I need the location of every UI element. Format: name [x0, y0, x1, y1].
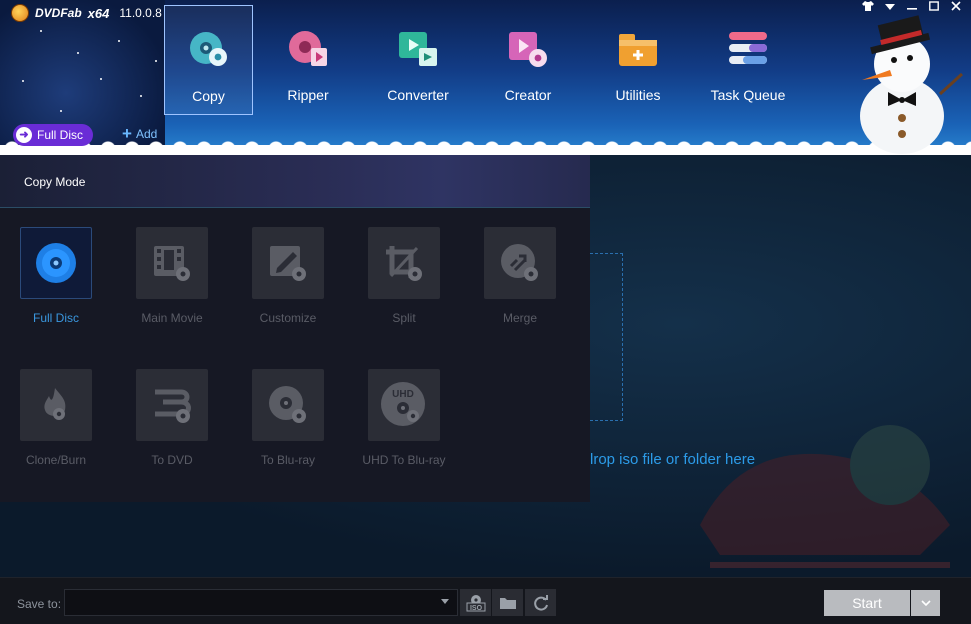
merge-icon	[484, 227, 556, 299]
uhd-to-bluray-icon: UHD	[368, 369, 440, 441]
mode-uhd-to-bluray[interactable]: UHD UHD To Blu-ray	[348, 369, 464, 489]
app-arch: x64	[87, 5, 110, 21]
mode-split[interactable]: Split	[348, 227, 464, 347]
app-logo: DVDFab x64 11.0.0.8	[11, 4, 162, 22]
iso-icon: ISO	[466, 594, 485, 612]
copy-mode-panel: Copy Mode Full Disc Main Movie Customize…	[0, 155, 590, 502]
start-options-button[interactable]	[911, 590, 940, 616]
mode-label: Split	[392, 311, 416, 325]
mode-label: Main Movie	[141, 311, 203, 325]
snow-ground-decoration	[0, 145, 971, 155]
ripper-icon	[287, 28, 329, 70]
current-mode-button[interactable]: ➜ Full Disc	[13, 124, 93, 146]
mode-label: Clone/Burn	[25, 453, 87, 467]
mode-label: Full Disc	[32, 311, 79, 325]
tab-utilities[interactable]: Utilities	[583, 5, 693, 115]
mode-label: To DVD	[151, 453, 193, 467]
mode-label: UHD To Blu-ray	[362, 453, 446, 467]
chevron-down-icon	[920, 600, 931, 606]
tab-utilities-label: Utilities	[615, 87, 661, 103]
save-to-label: Save to:	[17, 597, 62, 611]
mode-label: Merge	[502, 311, 537, 325]
dvdfab-logo-icon	[11, 4, 29, 22]
mode-label: To Blu-ray	[260, 453, 316, 467]
sleigh-decoration	[680, 405, 970, 575]
tab-creator[interactable]: Creator	[473, 5, 583, 115]
to-bluray-icon	[252, 369, 324, 441]
mode-main-movie[interactable]: Main Movie	[116, 227, 232, 347]
mode-customize[interactable]: Customize	[232, 227, 348, 347]
app-name: DVDFab	[35, 6, 82, 20]
app-version: 11.0.0.8	[119, 6, 162, 20]
task-queue-icon	[727, 28, 769, 70]
copy-mode-title: Copy Mode	[24, 175, 86, 189]
plus-icon: +	[122, 124, 132, 143]
tab-task-queue-label: Task Queue	[710, 87, 786, 103]
mode-to-bluray[interactable]: To Blu-ray	[232, 369, 348, 489]
mode-merge[interactable]: Merge	[464, 227, 580, 347]
refresh-icon	[533, 594, 548, 611]
bottom-bar: Save to: ISO Start	[0, 577, 971, 624]
utilities-toolbox-icon	[617, 28, 659, 70]
mode-label: Customize	[259, 311, 317, 325]
drop-zone-frame	[590, 253, 623, 421]
refresh-button[interactable]	[524, 589, 556, 616]
start-button[interactable]: Start	[824, 590, 910, 616]
converter-icon	[397, 28, 439, 70]
customize-icon	[252, 227, 324, 299]
tab-copy[interactable]: Copy	[164, 5, 253, 115]
mode-clone-burn[interactable]: Clone/Burn	[0, 369, 116, 489]
save-as-iso-button[interactable]: ISO	[459, 589, 491, 616]
folder-icon	[499, 597, 516, 609]
module-tabs: Copy Ripper Converter Creator Utilities …	[164, 5, 803, 115]
save-to-select[interactable]	[64, 589, 458, 616]
add-source-label: Add	[135, 127, 158, 141]
svg-text:UHD: UHD	[392, 389, 414, 400]
browse-folder-button[interactable]	[491, 589, 523, 616]
current-mode-label: Full Disc	[37, 128, 84, 142]
mode-to-dvd[interactable]: To DVD	[116, 369, 232, 489]
snowman-decoration	[850, 14, 970, 155]
tab-converter[interactable]: Converter	[363, 5, 473, 115]
mode-full-disc[interactable]: Full Disc	[0, 227, 116, 347]
chevron-down-icon	[441, 599, 449, 604]
creator-icon	[507, 28, 549, 70]
svg-text:ISO: ISO	[469, 605, 482, 612]
clone-burn-icon	[20, 369, 92, 441]
full-disc-icon	[20, 227, 92, 299]
tab-copy-label: Copy	[192, 88, 225, 104]
tab-converter-label: Converter	[387, 87, 449, 103]
arrow-right-circle-icon: ➜	[16, 127, 32, 143]
to-dvd-icon	[136, 369, 208, 441]
tab-ripper-label: Ripper	[287, 87, 329, 103]
tab-creator-label: Creator	[504, 87, 552, 103]
tab-ripper[interactable]: Ripper	[253, 5, 363, 115]
tab-task-queue[interactable]: Task Queue	[693, 5, 803, 115]
header-banner: DVDFab x64 11.0.0.8 Copy Ripper Converte…	[0, 0, 971, 155]
add-source-button[interactable]: + Add	[122, 124, 158, 143]
main-movie-icon	[136, 227, 208, 299]
split-icon	[368, 227, 440, 299]
copy-disc-icon	[188, 29, 230, 71]
copy-mode-header: Copy Mode	[0, 155, 590, 208]
